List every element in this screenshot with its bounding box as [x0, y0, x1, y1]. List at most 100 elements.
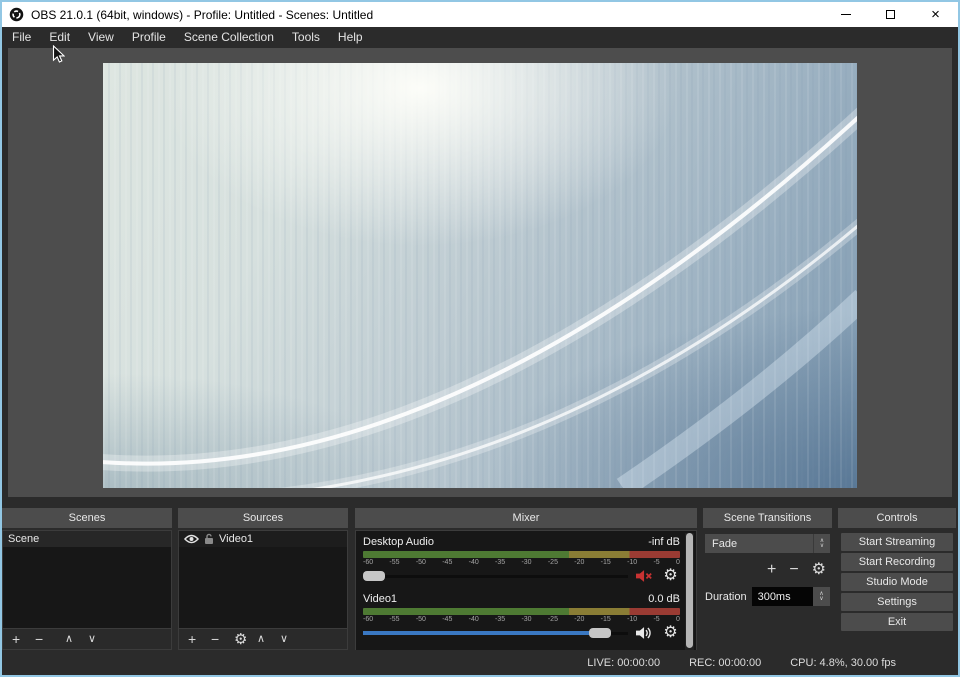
scene-list-item[interactable]: Scene	[3, 531, 171, 547]
remove-source-button[interactable]: −	[211, 632, 234, 646]
duration-input[interactable]: 300ms ∧∨	[752, 587, 830, 606]
tick-label: -60	[363, 559, 373, 566]
start-recording-button[interactable]: Start Recording	[841, 553, 953, 571]
volume-slider-handle[interactable]	[363, 571, 385, 581]
scenes-header[interactable]: Scenes	[2, 508, 172, 528]
transition-selected-value: Fade	[705, 538, 813, 550]
tick-label: -30	[521, 559, 531, 566]
speaker-icon[interactable]	[635, 626, 654, 641]
channel-level: 0.0 dB	[648, 593, 680, 608]
obs-logo-icon	[9, 7, 24, 22]
add-scene-button[interactable]: +	[12, 632, 35, 646]
scenes-toolbar: + − ∧ ∨	[3, 628, 171, 649]
close-icon: ×	[931, 7, 940, 22]
muted-speaker-icon[interactable]	[635, 569, 654, 584]
sources-toolbar: + − ⚙ ∧ ∨	[179, 628, 347, 649]
tick-label: -30	[521, 616, 531, 623]
tick-label: -35	[495, 559, 505, 566]
start-streaming-button[interactable]: Start Streaming	[841, 533, 953, 551]
move-scene-down-button[interactable]: ∨	[88, 634, 111, 645]
volume-meter	[363, 551, 680, 558]
menu-tools[interactable]: Tools	[283, 27, 329, 48]
move-source-up-button[interactable]: ∧	[257, 634, 280, 645]
channel-settings-gear-icon[interactable]: ⚙	[661, 569, 680, 584]
tick-label: -45	[442, 616, 452, 623]
sources-panel: Sources Video1 + − ⚙ ∧ ∨	[178, 508, 348, 650]
mouse-cursor	[52, 45, 65, 64]
maximize-button[interactable]	[868, 2, 913, 27]
mixer-scrollbar[interactable]	[685, 533, 694, 652]
tick-label: -40	[469, 559, 479, 566]
controls-header[interactable]: Controls	[838, 508, 956, 528]
source-name: Video1	[219, 533, 253, 545]
scene-transitions-header[interactable]: Scene Transitions	[703, 508, 832, 528]
tick-label: -50	[416, 559, 426, 566]
scenes-list: Scene	[3, 531, 171, 628]
statusbar: LIVE: 00:00:00 REC: 00:00:00 CPU: 4.8%, …	[2, 650, 958, 675]
move-source-down-button[interactable]: ∨	[280, 634, 303, 645]
minimize-button[interactable]	[823, 2, 868, 27]
window-controls: ×	[823, 2, 958, 27]
transition-select-spinner[interactable]: ∧∨	[813, 534, 830, 553]
mixer-channel-desktop-audio: Desktop Audio -inf dB -60-55-50-45-40-35…	[363, 536, 680, 584]
duration-label: Duration	[705, 591, 747, 603]
mixer-panel: Mixer Desktop Audio -inf dB -60-55-50-45…	[355, 508, 697, 650]
sources-header[interactable]: Sources	[178, 508, 348, 528]
menubar: File Edit View Profile Scene Collection …	[2, 27, 958, 48]
source-list-item[interactable]: Video1	[179, 531, 347, 547]
menu-help[interactable]: Help	[329, 27, 372, 48]
menu-profile[interactable]: Profile	[123, 27, 175, 48]
channel-settings-gear-icon[interactable]: ⚙	[661, 626, 680, 641]
scene-name: Scene	[8, 533, 39, 545]
add-source-button[interactable]: +	[188, 632, 211, 646]
tick-label: -25	[548, 616, 558, 623]
settings-button[interactable]: Settings	[841, 593, 953, 611]
minimize-icon	[841, 14, 851, 15]
channel-name: Video1	[363, 593, 397, 608]
tick-label: -45	[442, 559, 452, 566]
close-button[interactable]: ×	[913, 2, 958, 27]
tick-label: -60	[363, 616, 373, 623]
scene-transitions-panel: Scene Transitions Fade ∧∨ + − ⚙ Duration…	[703, 508, 832, 650]
tick-label: -15	[601, 559, 611, 566]
transition-select[interactable]: Fade ∧∨	[705, 534, 830, 553]
volume-slider[interactable]	[363, 627, 628, 639]
cpu-fps: CPU: 4.8%, 30.00 fps	[790, 657, 896, 669]
menu-scene-collection[interactable]: Scene Collection	[175, 27, 283, 48]
wallpaper-arcs	[103, 63, 857, 488]
duration-spinner[interactable]: ∧∨	[813, 587, 830, 606]
titlebar: OBS 21.0.1 (64bit, windows) - Profile: U…	[2, 2, 958, 27]
tick-label: -15	[601, 616, 611, 623]
preview-background	[8, 48, 952, 497]
meter-tick-labels: -60-55-50-45-40-35-30-25-20-15-10-50	[363, 615, 680, 625]
visibility-eye-icon[interactable]	[184, 534, 199, 544]
lock-icon[interactable]	[204, 533, 214, 545]
remove-scene-button[interactable]: −	[35, 632, 58, 646]
remove-transition-button[interactable]: −	[789, 562, 798, 578]
menu-file[interactable]: File	[3, 27, 40, 48]
tick-label: -25	[548, 559, 558, 566]
scrollbar-thumb[interactable]	[686, 533, 693, 648]
tick-label: -5	[653, 559, 659, 566]
menu-view[interactable]: View	[79, 27, 123, 48]
tick-label: -40	[469, 616, 479, 623]
scene-preview-canvas[interactable]	[103, 63, 857, 488]
studio-mode-button[interactable]: Studio Mode	[841, 573, 953, 591]
move-scene-up-button[interactable]: ∧	[65, 634, 88, 645]
add-transition-button[interactable]: +	[767, 562, 776, 578]
source-properties-gear-icon[interactable]: ⚙	[234, 632, 257, 647]
volume-slider[interactable]	[363, 570, 628, 582]
channel-level: -inf dB	[648, 536, 680, 551]
exit-button[interactable]: Exit	[841, 613, 953, 631]
mixer-header[interactable]: Mixer	[355, 508, 697, 528]
transition-properties-gear-icon[interactable]: ⚙	[812, 562, 826, 578]
scenes-panel: Scenes Scene + − ∧ ∨	[2, 508, 172, 650]
obs-window: { "titlebar": { "title": "OBS 21.0.1 (64…	[0, 0, 960, 677]
tick-label: -20	[574, 559, 584, 566]
window-title: OBS 21.0.1 (64bit, windows) - Profile: U…	[31, 8, 373, 22]
tick-label: -20	[574, 616, 584, 623]
tick-label: 0	[676, 616, 680, 623]
volume-slider-handle[interactable]	[589, 628, 611, 638]
sources-list: Video1	[179, 531, 347, 628]
controls-panel: Controls Start Streaming Start Recording…	[838, 508, 956, 650]
